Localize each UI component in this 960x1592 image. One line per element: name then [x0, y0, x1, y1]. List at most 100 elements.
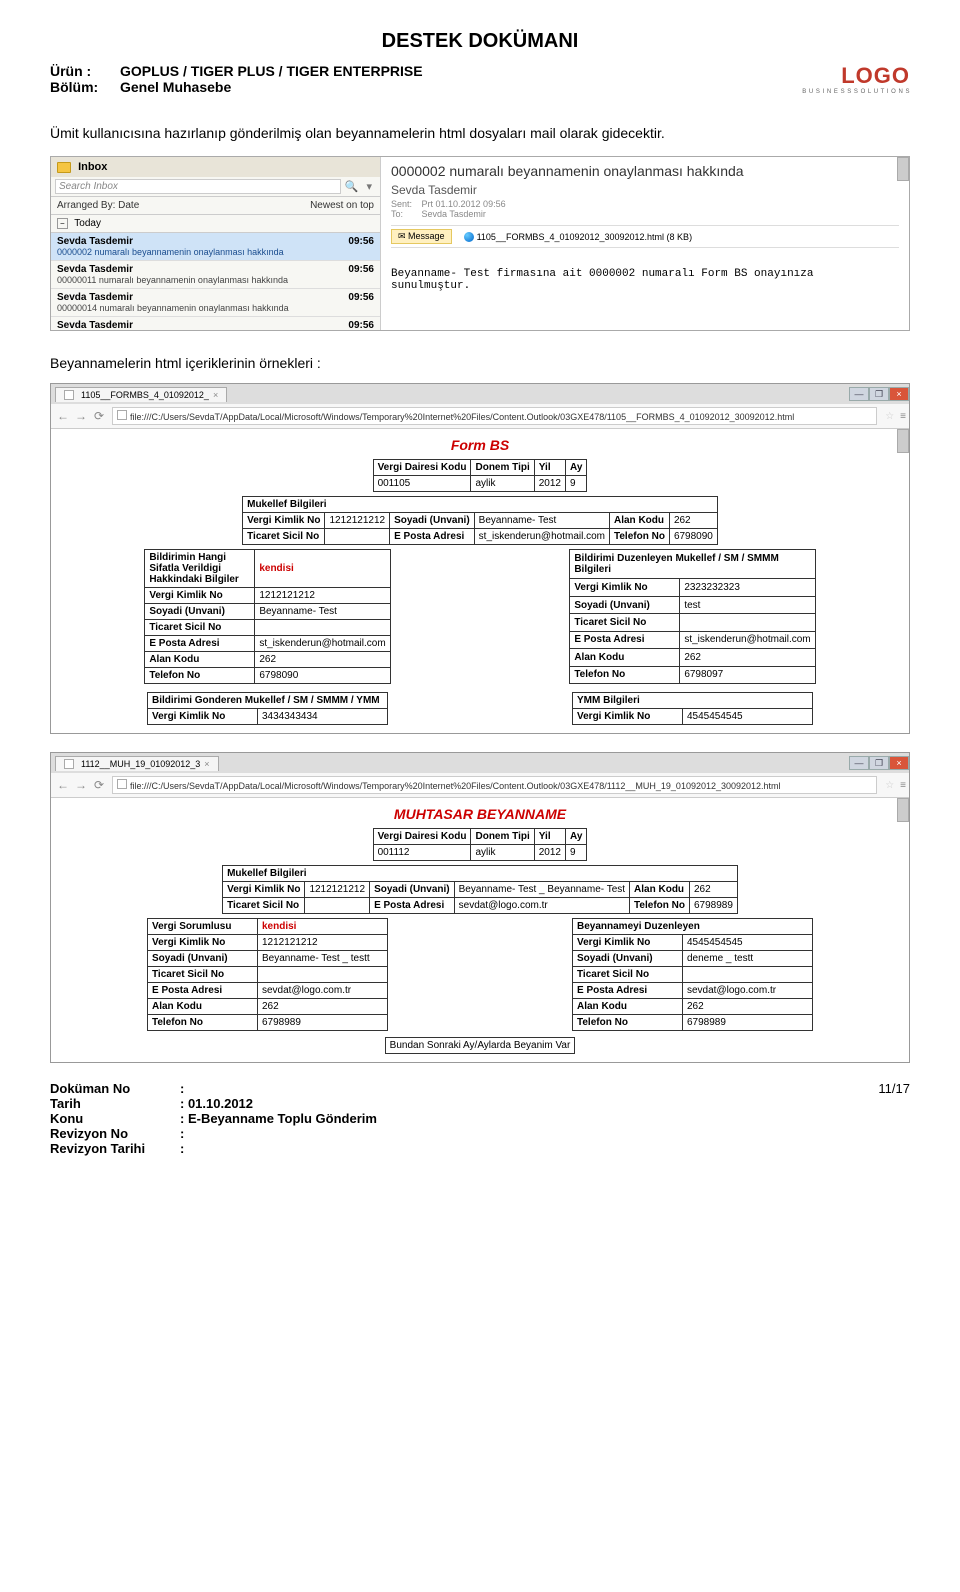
msg-time: 09:56 [348, 292, 374, 303]
tarih-label: Tarih [50, 1096, 180, 1111]
close-tab-icon[interactable]: × [213, 390, 218, 400]
minimize-button[interactable]: — [849, 756, 869, 770]
browser-muhtasar: 1112__MUH_19_01092012_3× — ❐ × ← → ⟳ fil… [50, 752, 910, 1063]
msg-subject: 00000011 numaralı beyannamenin onaylanma… [57, 275, 374, 285]
address-bar[interactable]: file:///C:/Users/SevdaT/AppData/Local/Mi… [112, 407, 877, 425]
page-icon [117, 779, 127, 789]
collapse-icon[interactable]: − [57, 218, 68, 229]
message-item[interactable]: Sevda Tasdemir 09:56 00000014 numaralı be… [51, 289, 380, 317]
page-icon [64, 759, 74, 769]
message-item[interactable]: Sevda Tasdemir 09:56 0000002 numaralı bey… [51, 233, 380, 261]
reload-icon[interactable]: ⟳ [90, 778, 108, 792]
message-item[interactable]: Sevda Tasdemir 09:56 [51, 317, 380, 331]
scrollbar-thumb[interactable] [897, 798, 909, 822]
message-item[interactable]: Sevda Tasdemir 09:56 00000011 numaralı be… [51, 261, 380, 289]
arranged-by-label[interactable]: Arranged By: Date [57, 200, 139, 211]
form-title: MUHTASAR BEYANNAME [57, 806, 903, 822]
bildirim-left-table: Bildirimin Hangi Sifatla Verildigi Hakki… [144, 549, 390, 684]
menu-icon[interactable]: ≡ [900, 780, 906, 791]
reload-icon[interactable]: ⟳ [90, 409, 108, 423]
mukellef-table: Mukellef Bilgileri Vergi Kimlik No121212… [222, 865, 738, 914]
close-button[interactable]: × [889, 756, 909, 770]
to-label: To: [391, 209, 419, 219]
mukellef-table: Mukellef Bilgileri Vergi Kimlik No121212… [242, 496, 718, 545]
dokno-value: : [180, 1081, 184, 1096]
urun-label: Ürün : [50, 63, 120, 79]
msg-from: Sevda Tasdemir [57, 292, 133, 303]
bottom-single-table: Bundan Sonraki Ay/Aylarda Beyanim Var [385, 1037, 576, 1054]
browser-tab[interactable]: 1112__MUH_19_01092012_3× [55, 756, 219, 771]
menu-icon[interactable]: ≡ [900, 411, 906, 422]
mail-from: Sevda Tasdemir [391, 183, 899, 197]
bottom-left-table: Bildirimi Gonderen Mukellef / SM / SMMM … [147, 692, 388, 725]
konu-value: : E-Beyanname Toplu Gönderim [180, 1111, 377, 1126]
duzenleyen-right-table: Beyannameyi Duzenleyen Vergi Kimlik No45… [572, 918, 813, 1031]
browser-form-bs: 1105__FORMBS_4_01092012_× — ❐ × ← → ⟳ fi… [50, 383, 910, 734]
bookmark-icon[interactable]: ☆ [885, 411, 894, 422]
forward-icon[interactable]: → [72, 409, 90, 423]
page-number: 11/17 [878, 1081, 910, 1096]
logo: LOGO B U S I N E S S S O L U T I O N S [802, 63, 910, 95]
msg-subject: 00000014 numaralı beyannamenin onaylanma… [57, 303, 374, 313]
revno-value: : [180, 1126, 184, 1141]
header-table: Vergi Dairesi KoduDonem TipiYilAy 001112… [373, 828, 588, 861]
browser-tab[interactable]: 1105__FORMBS_4_01092012_× [55, 387, 227, 402]
bildirim-right-table: Bildirimi Duzenleyen Mukellef / SM / SMM… [569, 549, 815, 684]
doc-meta: Ürün : GOPLUS / TIGER PLUS / TIGER ENTER… [50, 63, 423, 95]
revt-label: Revizyon Tarihi [50, 1141, 180, 1156]
search-icon[interactable]: 🔍 [345, 180, 359, 193]
msg-subject: 0000002 numaralı beyannamenin onaylanmas… [57, 247, 374, 257]
folder-icon [57, 162, 71, 173]
header-table: Vergi Dairesi KoduDonem TipiYilAy 001105… [373, 459, 588, 492]
doc-title: DESTEK DOKÜMANI [50, 30, 910, 53]
mail-subject: 0000002 numaralı beyannamenin onaylanmas… [391, 163, 899, 179]
chevron-down-icon[interactable]: ▾ [366, 180, 372, 193]
msg-time: 09:56 [348, 320, 374, 331]
message-tab[interactable]: ✉ Message [391, 229, 452, 244]
back-icon[interactable]: ← [54, 409, 72, 423]
close-button[interactable]: × [889, 387, 909, 401]
minimize-button[interactable]: — [849, 387, 869, 401]
msg-from: Sevda Tasdemir [57, 264, 133, 275]
dokno-label: Doküman No [50, 1081, 180, 1096]
back-icon[interactable]: ← [54, 778, 72, 792]
konu-label: Konu [50, 1111, 180, 1126]
bolum-label: Bölüm: [50, 79, 120, 95]
bookmark-icon[interactable]: ☆ [885, 780, 894, 791]
globe-icon [464, 232, 474, 242]
page-icon [64, 390, 74, 400]
maximize-button[interactable]: ❐ [869, 756, 889, 770]
page-icon [117, 410, 127, 420]
logo-text: LOGO [802, 63, 910, 89]
attachment[interactable]: 1105__FORMBS_4_01092012_30092012.html (8… [464, 232, 692, 242]
sorumlu-left-table: Vergi Sorumlusukendisi Vergi Kimlik No12… [147, 918, 388, 1031]
scrollbar-thumb[interactable] [897, 429, 909, 453]
maximize-button[interactable]: ❐ [869, 387, 889, 401]
newest-on-top[interactable]: Newest on top [310, 200, 374, 211]
msg-from: Sevda Tasdemir [57, 320, 133, 331]
msg-time: 09:56 [348, 236, 374, 247]
msg-time: 09:56 [348, 264, 374, 275]
attachment-name: 1105__FORMBS_4_01092012_30092012.html (8… [477, 232, 692, 242]
close-tab-icon[interactable]: × [204, 759, 209, 769]
revno-label: Revizyon No [50, 1126, 180, 1141]
to-value: Sevda Tasdemir [422, 209, 486, 219]
outlook-screenshot: Inbox 🔍 ▾ Arranged By: Date Newest on to… [50, 156, 910, 331]
form-title: Form BS [57, 437, 903, 453]
doc-footer: 11/17 Doküman No: Tarih: 01.10.2012 Konu… [50, 1081, 910, 1156]
revt-value: : [180, 1141, 184, 1156]
msg-from: Sevda Tasdemir [57, 236, 133, 247]
scrollbar-thumb[interactable] [897, 157, 909, 181]
tarih-value: : 01.10.2012 [180, 1096, 253, 1111]
paragraph-2: Beyannamelerin html içeriklerinin örnekl… [50, 355, 910, 371]
inbox-label: Inbox [78, 161, 107, 173]
address-bar[interactable]: file:///C:/Users/SevdaT/AppData/Local/Mi… [112, 776, 877, 794]
today-group[interactable]: − Today [51, 215, 380, 233]
forward-icon[interactable]: → [72, 778, 90, 792]
logo-tagline: B U S I N E S S S O L U T I O N S [802, 89, 910, 95]
bottom-right-table: YMM Bilgileri Vergi Kimlik No4545454545 [572, 692, 813, 725]
today-label: Today [74, 218, 101, 229]
bolum-value: Genel Muhasebe [120, 79, 231, 95]
search-input[interactable] [55, 179, 341, 194]
urun-value: GOPLUS / TIGER PLUS / TIGER ENTERPRISE [120, 63, 423, 79]
